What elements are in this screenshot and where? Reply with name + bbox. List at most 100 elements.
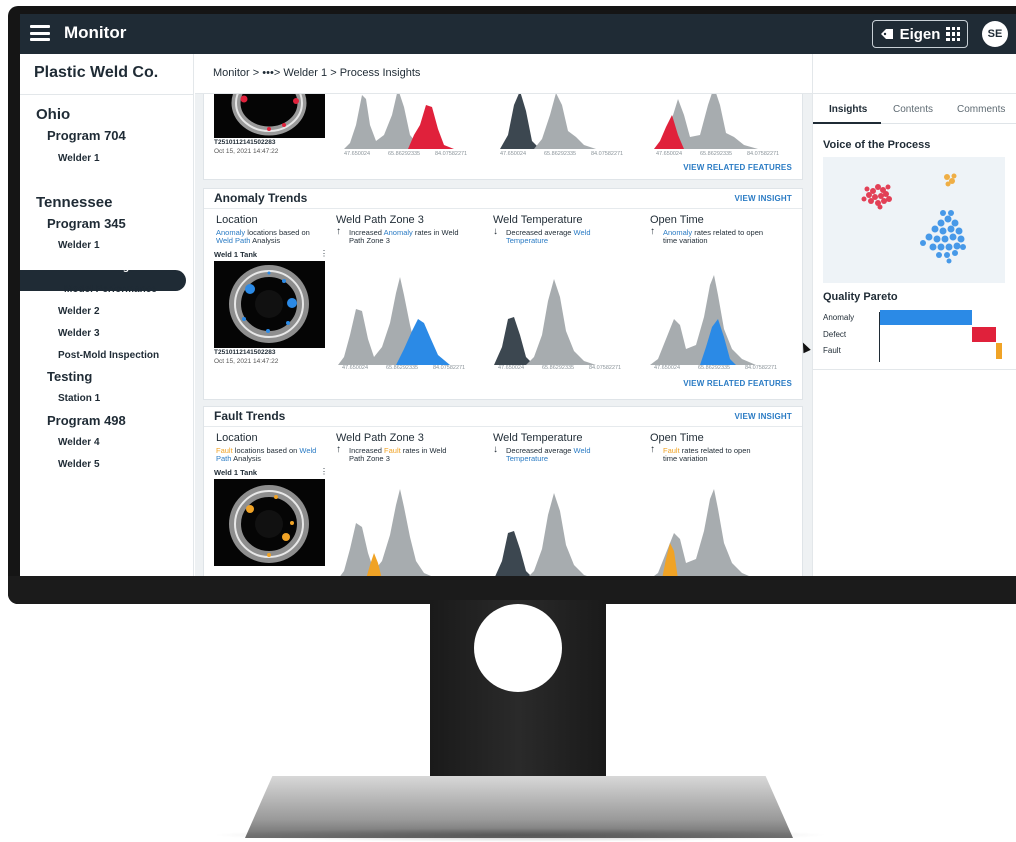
breadcrumb-current: Process Insights xyxy=(339,67,421,79)
axis-label: 47.650024 xyxy=(654,365,680,371)
column-heading: Weld Temperature xyxy=(493,432,583,444)
card-title: Fault Trends xyxy=(214,409,286,423)
axis-label: 47.650024 xyxy=(498,365,524,371)
tag-icon xyxy=(880,29,893,39)
axis-label: 84.07582271 xyxy=(435,151,468,157)
org-name: Plastic Weld Co. xyxy=(34,64,159,81)
distribution-chart xyxy=(340,489,431,576)
active-tab-indicator xyxy=(813,122,881,124)
thumbnail-id: T2510112141502283 xyxy=(214,349,276,356)
description-text: Analysis xyxy=(250,236,281,245)
axis-label: 47.650024 xyxy=(656,151,682,157)
arrow-down-icon: ↓ xyxy=(493,226,498,237)
sidebar-item-testing[interactable]: Testing xyxy=(47,369,92,384)
avatar[interactable]: SE xyxy=(982,21,1008,47)
distribution-chart xyxy=(500,94,596,149)
menu-icon[interactable] xyxy=(30,23,50,43)
breadcrumb-welder[interactable]: Welder 1 xyxy=(283,67,327,79)
insights-content: T2510112141502283 Oct 15, 2021 14:47:22 … xyxy=(195,94,812,576)
voice-of-process-title: Voice of the Process xyxy=(823,139,931,151)
arrow-down-icon: ↓ xyxy=(493,444,498,455)
distribution-chart xyxy=(654,94,758,149)
view-insight-link[interactable]: VIEW INSIGHT xyxy=(734,194,792,203)
pareto-bar-defect[interactable] xyxy=(972,327,996,342)
axis-label: 65.86292335 xyxy=(544,151,577,157)
axis-label: 47.650024 xyxy=(500,151,526,157)
sidebar-item-program-704[interactable]: Program 704 xyxy=(47,128,126,143)
quality-pareto-title: Quality Pareto xyxy=(823,291,898,303)
breadcrumb-path: Monitor > •••> Welder 1 > Process Insigh… xyxy=(213,67,420,79)
sidebar-item-post-mold-inspection[interactable]: Post-Mold Inspection xyxy=(58,350,159,361)
fault-trends-card: Fault Trends VIEW INSIGHT Location Weld … xyxy=(203,406,803,576)
sidebar-item-welder-5[interactable]: Welder 5 xyxy=(58,459,100,470)
sidebar-item-model-performance[interactable]: Model Performance xyxy=(64,284,157,295)
breadcrumb-separator: > xyxy=(330,67,337,79)
pareto-label: Fault xyxy=(823,346,841,355)
app-title: Monitor xyxy=(64,23,127,42)
pareto-label: Defect xyxy=(823,330,847,339)
brand-label: Eigen xyxy=(899,25,941,43)
tank-label: Weld 1 Tank xyxy=(214,468,258,477)
distribution-chart xyxy=(344,94,454,149)
view-related-features-link[interactable]: VIEW RELATED FEATURES xyxy=(683,163,792,172)
sidebar-item-tennessee[interactable]: Tennessee xyxy=(36,194,112,211)
column-heading: Location xyxy=(216,432,258,444)
view-related-features-link[interactable]: VIEW RELATED FEATURES xyxy=(683,379,792,388)
weld-thumbnail[interactable] xyxy=(214,261,325,348)
sidebar-item-welder-1[interactable]: Welder 1 xyxy=(58,153,100,164)
cluster-scatter xyxy=(861,173,966,264)
panel-tabs: Insights Contents Comments xyxy=(813,98,1016,124)
weld-thumbnail[interactable] xyxy=(214,94,325,138)
axis-label: 65.86292335 xyxy=(698,365,731,371)
view-insight-link[interactable]: VIEW INSIGHT xyxy=(734,412,792,421)
breadcrumb-ellipsis[interactable]: ••• xyxy=(262,67,274,79)
sidebar-item-process-insights[interactable]: Process Insights xyxy=(64,262,144,273)
more-options-icon[interactable]: ⋮ xyxy=(320,249,328,258)
distribution-chart xyxy=(494,279,596,365)
column-heading: Weld Path Zone 3 xyxy=(336,214,424,226)
top-bar: Monitor Eigen SE xyxy=(20,14,1016,54)
weld-path-highlight: Weld Path xyxy=(216,236,251,245)
column-heading: Weld Path Zone 3 xyxy=(336,432,424,444)
weld-thumbnail[interactable] xyxy=(214,479,325,566)
breadcrumb: Monitor > •••> Welder 1 > Process Insigh… xyxy=(195,54,812,94)
sidebar-item-station-1[interactable]: Station 1 xyxy=(58,393,100,404)
tab-contents[interactable]: Contents xyxy=(893,104,933,115)
axis-label: 84.07582271 xyxy=(433,365,466,371)
arrow-up-icon: ↑ xyxy=(650,444,655,455)
column-heading: Open Time xyxy=(650,214,704,226)
sidebar-item-welder-1[interactable]: Welder 1 xyxy=(58,240,100,251)
pareto-bar-anomaly[interactable] xyxy=(880,310,973,325)
column-heading: Open Time xyxy=(650,432,704,444)
weld-ring-image xyxy=(231,94,307,136)
apps-grid-icon[interactable] xyxy=(946,27,961,41)
defect-trends-card: T2510112141502283 Oct 15, 2021 14:47:22 … xyxy=(203,94,803,180)
distribution-chart xyxy=(654,489,749,576)
breadcrumb-monitor[interactable]: Monitor xyxy=(213,67,250,79)
quality-pareto-chart: Anomaly Defect Fault xyxy=(823,308,1005,368)
anomaly-trends-card: Anomaly Trends VIEW INSIGHT Location Wel… xyxy=(203,188,803,400)
tab-comments[interactable]: Comments xyxy=(957,104,1005,115)
sidebar-item-ohio[interactable]: Ohio xyxy=(36,106,70,123)
pareto-bar-fault[interactable] xyxy=(995,343,1002,359)
column-heading: Location xyxy=(216,214,258,226)
screen: Monitor Eigen SE Plastic Weld Co. Ohio P… xyxy=(20,14,1016,576)
brand-button[interactable]: Eigen xyxy=(872,20,968,48)
sidebar-item-welder-4[interactable]: Welder 4 xyxy=(58,437,100,448)
sidebar-item-welder-3[interactable]: Welder 3 xyxy=(58,328,100,339)
sidebar-item-welder-2[interactable]: Welder 2 xyxy=(58,306,100,317)
thumbnail-date: Oct 15, 2021 14:47:22 xyxy=(214,358,279,365)
sidebar-item-program-498[interactable]: Program 498 xyxy=(47,413,126,428)
weld-ring-image xyxy=(229,265,309,343)
tab-insights[interactable]: Insights xyxy=(829,104,867,115)
arrow-up-icon: ↑ xyxy=(336,444,341,455)
axis-label: 65.86292335 xyxy=(386,365,419,371)
column-heading: Weld Temperature xyxy=(493,214,583,226)
arrow-up-icon: ↑ xyxy=(336,226,341,237)
more-options-icon[interactable]: ⋮ xyxy=(320,467,328,476)
voice-of-process-plot[interactable] xyxy=(823,157,1005,283)
axis-label: 65.86292335 xyxy=(700,151,733,157)
panel-divider xyxy=(813,369,1016,370)
sidebar-item-program-345[interactable]: Program 345 xyxy=(47,216,126,231)
sidebar: Plastic Weld Co. Ohio Program 704 Welder… xyxy=(20,54,194,576)
